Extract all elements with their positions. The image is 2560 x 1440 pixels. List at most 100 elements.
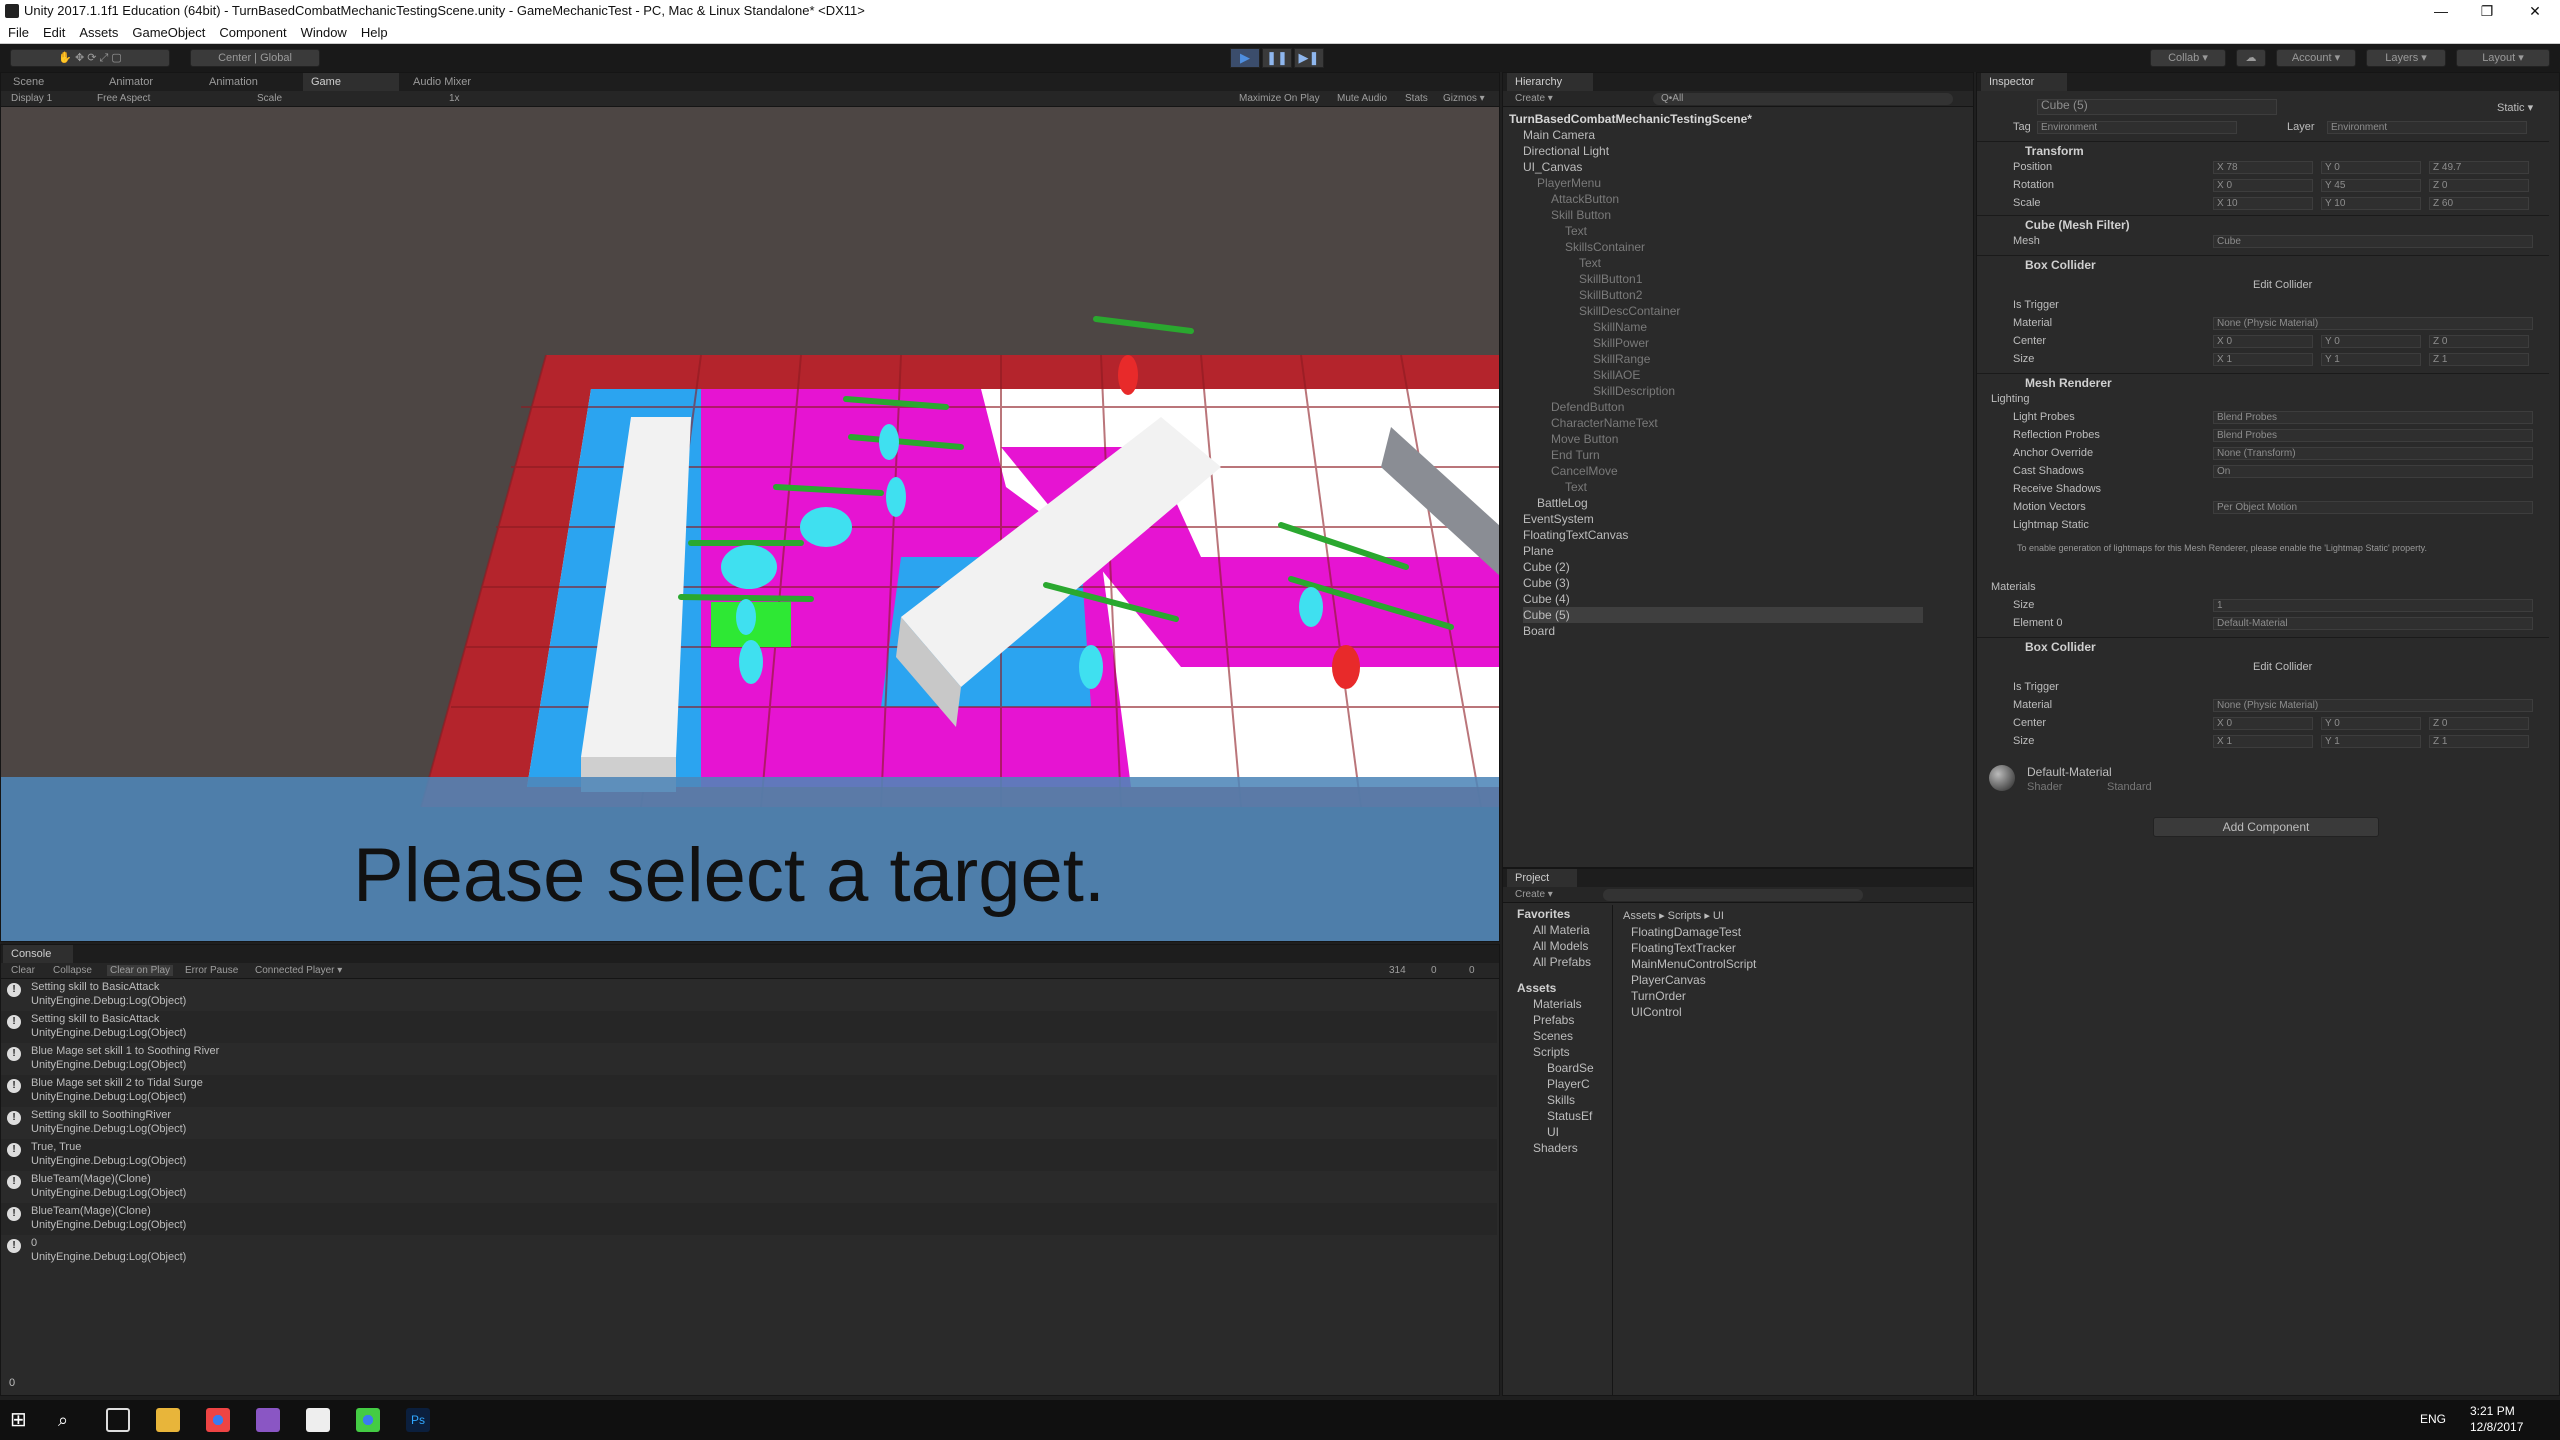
project-breadcrumb[interactable]: Assets ▸ Scripts ▸ UI bbox=[1623, 909, 1724, 922]
console-connected-player[interactable]: Connected Player ▾ bbox=[255, 965, 342, 976]
hierarchy-item[interactable]: CancelMove bbox=[1551, 463, 1618, 479]
chrome-icon[interactable] bbox=[206, 1408, 230, 1432]
vector-field[interactable]: Y 45 bbox=[2321, 179, 2421, 192]
script-file-item[interactable]: FloatingTextTracker bbox=[1631, 941, 1736, 955]
photoshop-icon[interactable]: Ps bbox=[406, 1408, 430, 1432]
menu-gameobject[interactable]: GameObject bbox=[124, 22, 211, 40]
menu-help[interactable]: Help bbox=[353, 22, 394, 40]
hierarchy-item[interactable]: Text bbox=[1565, 479, 1587, 495]
folder-item[interactable]: UI bbox=[1547, 1125, 1559, 1139]
menu-window[interactable]: Window bbox=[293, 22, 353, 40]
hierarchy-create-button[interactable]: Create ▾ bbox=[1515, 93, 1553, 104]
mesh-field[interactable]: Cube bbox=[2213, 235, 2533, 248]
minimize-button[interactable]: — bbox=[2418, 0, 2464, 22]
hierarchy-item[interactable]: SkillButton2 bbox=[1579, 287, 1642, 303]
lighting-row-select[interactable]: None (Transform) bbox=[2213, 447, 2533, 460]
vector-field[interactable]: X 1 bbox=[2213, 353, 2313, 366]
vector-field[interactable]: Y 0 bbox=[2321, 335, 2421, 348]
folder-item[interactable]: BoardSe bbox=[1547, 1061, 1594, 1075]
project-create-button[interactable]: Create ▾ bbox=[1515, 889, 1553, 900]
folder-item[interactable]: Shaders bbox=[1533, 1141, 1578, 1155]
transform-header[interactable]: Transform bbox=[2025, 144, 2084, 158]
maximize-button[interactable]: ❐ bbox=[2464, 0, 2510, 22]
hierarchy-item[interactable]: SkillDescContainer bbox=[1579, 303, 1680, 319]
favorites-item[interactable]: All Models bbox=[1533, 939, 1588, 953]
console-log-row[interactable]: ! Setting skill to BasicAttack UnityEngine… bbox=[1, 979, 1497, 1011]
hierarchy-item[interactable]: SkillPower bbox=[1593, 335, 1649, 351]
vector-field[interactable]: Y 1 bbox=[2321, 353, 2421, 366]
menu-assets[interactable]: Assets bbox=[71, 22, 124, 40]
gizmos-toggle[interactable]: Gizmos ▾ bbox=[1443, 93, 1485, 104]
mute-audio-toggle[interactable]: Mute Audio bbox=[1337, 93, 1387, 104]
lighting-row-select[interactable]: Blend Probes bbox=[2213, 411, 2533, 424]
tab-animation[interactable]: Animation bbox=[201, 73, 266, 91]
folder-item[interactable]: Materials bbox=[1533, 997, 1582, 1011]
console-log-row[interactable]: ! Setting skill to SoothingRiver UnityEngi… bbox=[1, 1107, 1497, 1139]
vector-field[interactable]: Y 0 bbox=[2321, 161, 2421, 174]
step-button[interactable]: ▶❚ bbox=[1294, 48, 1324, 68]
vector-field[interactable]: X 0 bbox=[2213, 335, 2313, 348]
pause-button[interactable]: ❚❚ bbox=[1262, 48, 1292, 68]
vector-field[interactable]: Z 0 bbox=[2429, 179, 2529, 192]
vector-field[interactable]: Z 0 bbox=[2429, 717, 2529, 730]
clock-date[interactable]: 12/8/2017 bbox=[2470, 1420, 2523, 1434]
tab-inspector[interactable]: Inspector bbox=[1981, 73, 2067, 91]
add-component-button[interactable]: Add Component bbox=[2153, 817, 2379, 837]
info-count[interactable]: 314 bbox=[1389, 965, 1406, 976]
assets-label[interactable]: Assets bbox=[1517, 981, 1556, 995]
tag-select[interactable]: Environment bbox=[2037, 121, 2237, 134]
warning-count[interactable]: 0 bbox=[1431, 965, 1437, 976]
hierarchy-item[interactable]: Skill Button bbox=[1551, 207, 1611, 223]
vector-field[interactable]: X 0 bbox=[2213, 717, 2313, 730]
vector-field[interactable]: X 10 bbox=[2213, 197, 2313, 210]
materials-size-field[interactable]: 1 bbox=[2213, 599, 2533, 612]
vector-field[interactable]: Z 1 bbox=[2429, 353, 2529, 366]
layout-button[interactable]: Layout ▾ bbox=[2456, 49, 2550, 67]
material-2-field[interactable]: None (Physic Material) bbox=[2213, 699, 2533, 712]
vector-field[interactable]: Y 0 bbox=[2321, 717, 2421, 730]
tab-scene[interactable]: Scene bbox=[5, 73, 52, 91]
folder-item[interactable]: Scenes bbox=[1533, 1029, 1573, 1043]
vector-field[interactable]: Z 49.7 bbox=[2429, 161, 2529, 174]
folder-item[interactable]: Skills bbox=[1547, 1093, 1575, 1107]
hierarchy-item[interactable]: DefendButton bbox=[1551, 399, 1624, 415]
scene-root[interactable]: TurnBasedCombatMechanicTestingScene* bbox=[1509, 111, 1752, 127]
hierarchy-item[interactable]: Directional Light bbox=[1523, 143, 1609, 159]
search-icon[interactable]: ⌕ bbox=[58, 1408, 82, 1432]
folder-item[interactable]: Scripts bbox=[1533, 1045, 1570, 1059]
language-indicator[interactable]: ENG bbox=[2420, 1412, 2446, 1426]
folder-item[interactable]: PlayerC bbox=[1547, 1077, 1590, 1091]
error-count[interactable]: 0 bbox=[1469, 965, 1475, 976]
lighting-row-select[interactable]: On bbox=[2213, 465, 2533, 478]
tab-project[interactable]: Project bbox=[1507, 869, 1577, 887]
console-log-row[interactable]: ! Setting skill to BasicAttack UnityEngine… bbox=[1, 1011, 1497, 1043]
script-file-item[interactable]: PlayerCanvas bbox=[1631, 973, 1706, 987]
hierarchy-item[interactable]: SkillName bbox=[1593, 319, 1647, 335]
folder-item[interactable]: Prefabs bbox=[1533, 1013, 1574, 1027]
vector-field[interactable]: Y 10 bbox=[2321, 197, 2421, 210]
console-log-row[interactable]: ! True, True UnityEngine.Debug:Log(Object) bbox=[1, 1139, 1497, 1171]
edit-collider-2-button[interactable]: Edit Collider bbox=[2253, 661, 2312, 673]
lighting-row-select[interactable]: Per Object Motion bbox=[2213, 501, 2533, 514]
lighting-row-select[interactable]: Blend Probes bbox=[2213, 429, 2533, 442]
console-log-list[interactable]: ! Setting skill to BasicAttack UnityEngine… bbox=[1, 979, 1499, 1319]
stats-toggle[interactable]: Stats bbox=[1405, 93, 1428, 104]
hierarchy-search-input[interactable]: Q•All bbox=[1653, 93, 1953, 105]
display-select[interactable]: Display 1 bbox=[11, 93, 52, 104]
collab-button[interactable]: Collab ▾ bbox=[2150, 49, 2226, 67]
hierarchy-item[interactable]: PlayerMenu bbox=[1537, 175, 1601, 191]
console-clear-on-play-toggle[interactable]: Clear on Play bbox=[107, 965, 174, 976]
cloud-icon[interactable]: ☁ bbox=[2236, 49, 2266, 67]
folder-item[interactable]: StatusEf bbox=[1547, 1109, 1592, 1123]
hierarchy-item[interactable]: CharacterNameText bbox=[1551, 415, 1658, 431]
hierarchy-item[interactable]: AttackButton bbox=[1551, 191, 1619, 207]
transform-tools[interactable]: ✋ ✥ ⟳ ⤢ ▢ bbox=[10, 49, 170, 67]
edit-collider-button[interactable]: Edit Collider bbox=[2253, 279, 2312, 291]
clock-time[interactable]: 3:21 PM bbox=[2470, 1404, 2515, 1418]
console-error-pause-toggle[interactable]: Error Pause bbox=[185, 965, 238, 976]
default-material-label[interactable]: Default-Material bbox=[2027, 765, 2112, 779]
console-collapse-toggle[interactable]: Collapse bbox=[53, 965, 92, 976]
hierarchy-item[interactable]: SkillAOE bbox=[1593, 367, 1640, 383]
hierarchy-item[interactable]: SkillsContainer bbox=[1565, 239, 1645, 255]
favorites-item[interactable]: All Prefabs bbox=[1533, 955, 1591, 969]
